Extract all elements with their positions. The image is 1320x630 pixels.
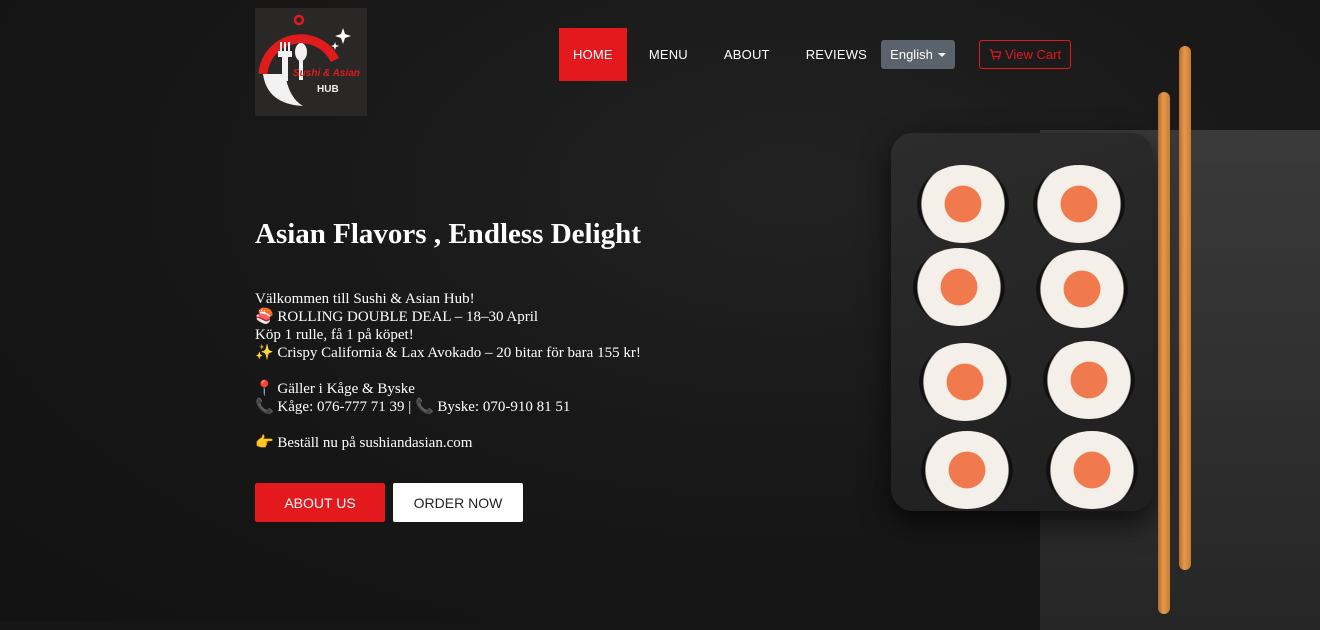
cloche-logo-icon [258, 14, 351, 106]
chopstick [1179, 46, 1191, 570]
main-nav: HOME MENU ABOUT REVIEWS [559, 28, 889, 81]
sushi-roll [1036, 250, 1128, 328]
about-us-button[interactable]: ABOUT US [255, 483, 385, 522]
nav-menu[interactable]: MENU [635, 28, 702, 81]
hero-title: Asian Flavors , Endless Delight [255, 218, 641, 250]
nav-about[interactable]: ABOUT [710, 28, 784, 81]
sushi-roll [1033, 165, 1125, 243]
hero-description: Välkommen till Sushi & Asian Hub! 🍣 ROLL… [255, 290, 815, 452]
order-now-button[interactable]: ORDER NOW [393, 483, 523, 522]
sushi-roll [917, 165, 1009, 243]
hero-line-offer: Köp 1 rulle, få 1 på köpet! [255, 327, 414, 343]
site-logo[interactable]: Sushi & Asian HUB [255, 8, 367, 116]
nav-home[interactable]: HOME [559, 28, 627, 81]
chopstick [1158, 92, 1170, 614]
sushi-roll [1043, 341, 1135, 419]
sushi-plate-image [891, 133, 1153, 511]
hero-line-welcome: Välkommen till Sushi & Asian Hub! [255, 291, 475, 307]
logo-subtext: HUB [317, 84, 339, 95]
language-dropdown[interactable]: English [881, 40, 955, 69]
cart-icon [989, 49, 1001, 60]
hero-line-deal: 🍣 ROLLING DOUBLE DEAL – 18–30 April [255, 309, 539, 325]
hero-line-location: 📍 Gäller i Kåge & Byske [255, 381, 415, 397]
sushi-roll [1046, 431, 1138, 509]
hero-line-price: ✨ Crispy California & Lax Avokado – 20 b… [255, 345, 641, 361]
hero-line-order: 👉 Beställ nu på sushiandasian.com [255, 435, 473, 451]
hero-line-phone: 📞 Kåge: 076-777 71 39 | 📞 Byske: 070-910… [255, 399, 571, 415]
view-cart-button[interactable]: View Cart [979, 40, 1071, 69]
sushi-roll [913, 248, 1005, 326]
view-cart-label: View Cart [1004, 47, 1062, 62]
logo-text: Sushi & Asian [293, 68, 360, 79]
caret-down-icon [937, 52, 946, 57]
language-label: English [890, 47, 933, 62]
nav-reviews[interactable]: REVIEWS [792, 28, 881, 81]
sushi-roll [921, 431, 1013, 509]
sushi-roll [919, 343, 1011, 421]
